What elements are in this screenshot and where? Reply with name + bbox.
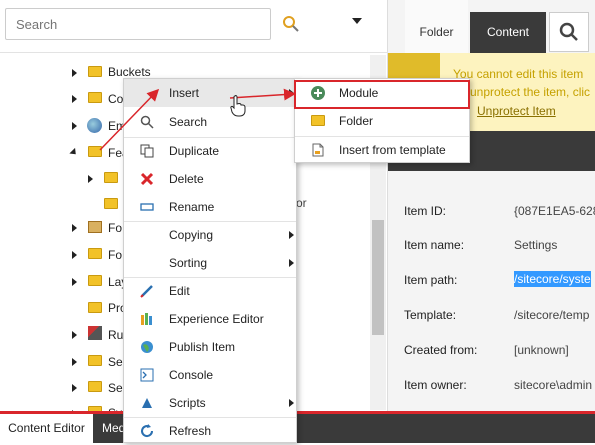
annotation-arrow bbox=[99, 88, 160, 151]
annotation-arrows bbox=[99, 88, 296, 151]
hand-cursor-icon bbox=[230, 95, 246, 117]
